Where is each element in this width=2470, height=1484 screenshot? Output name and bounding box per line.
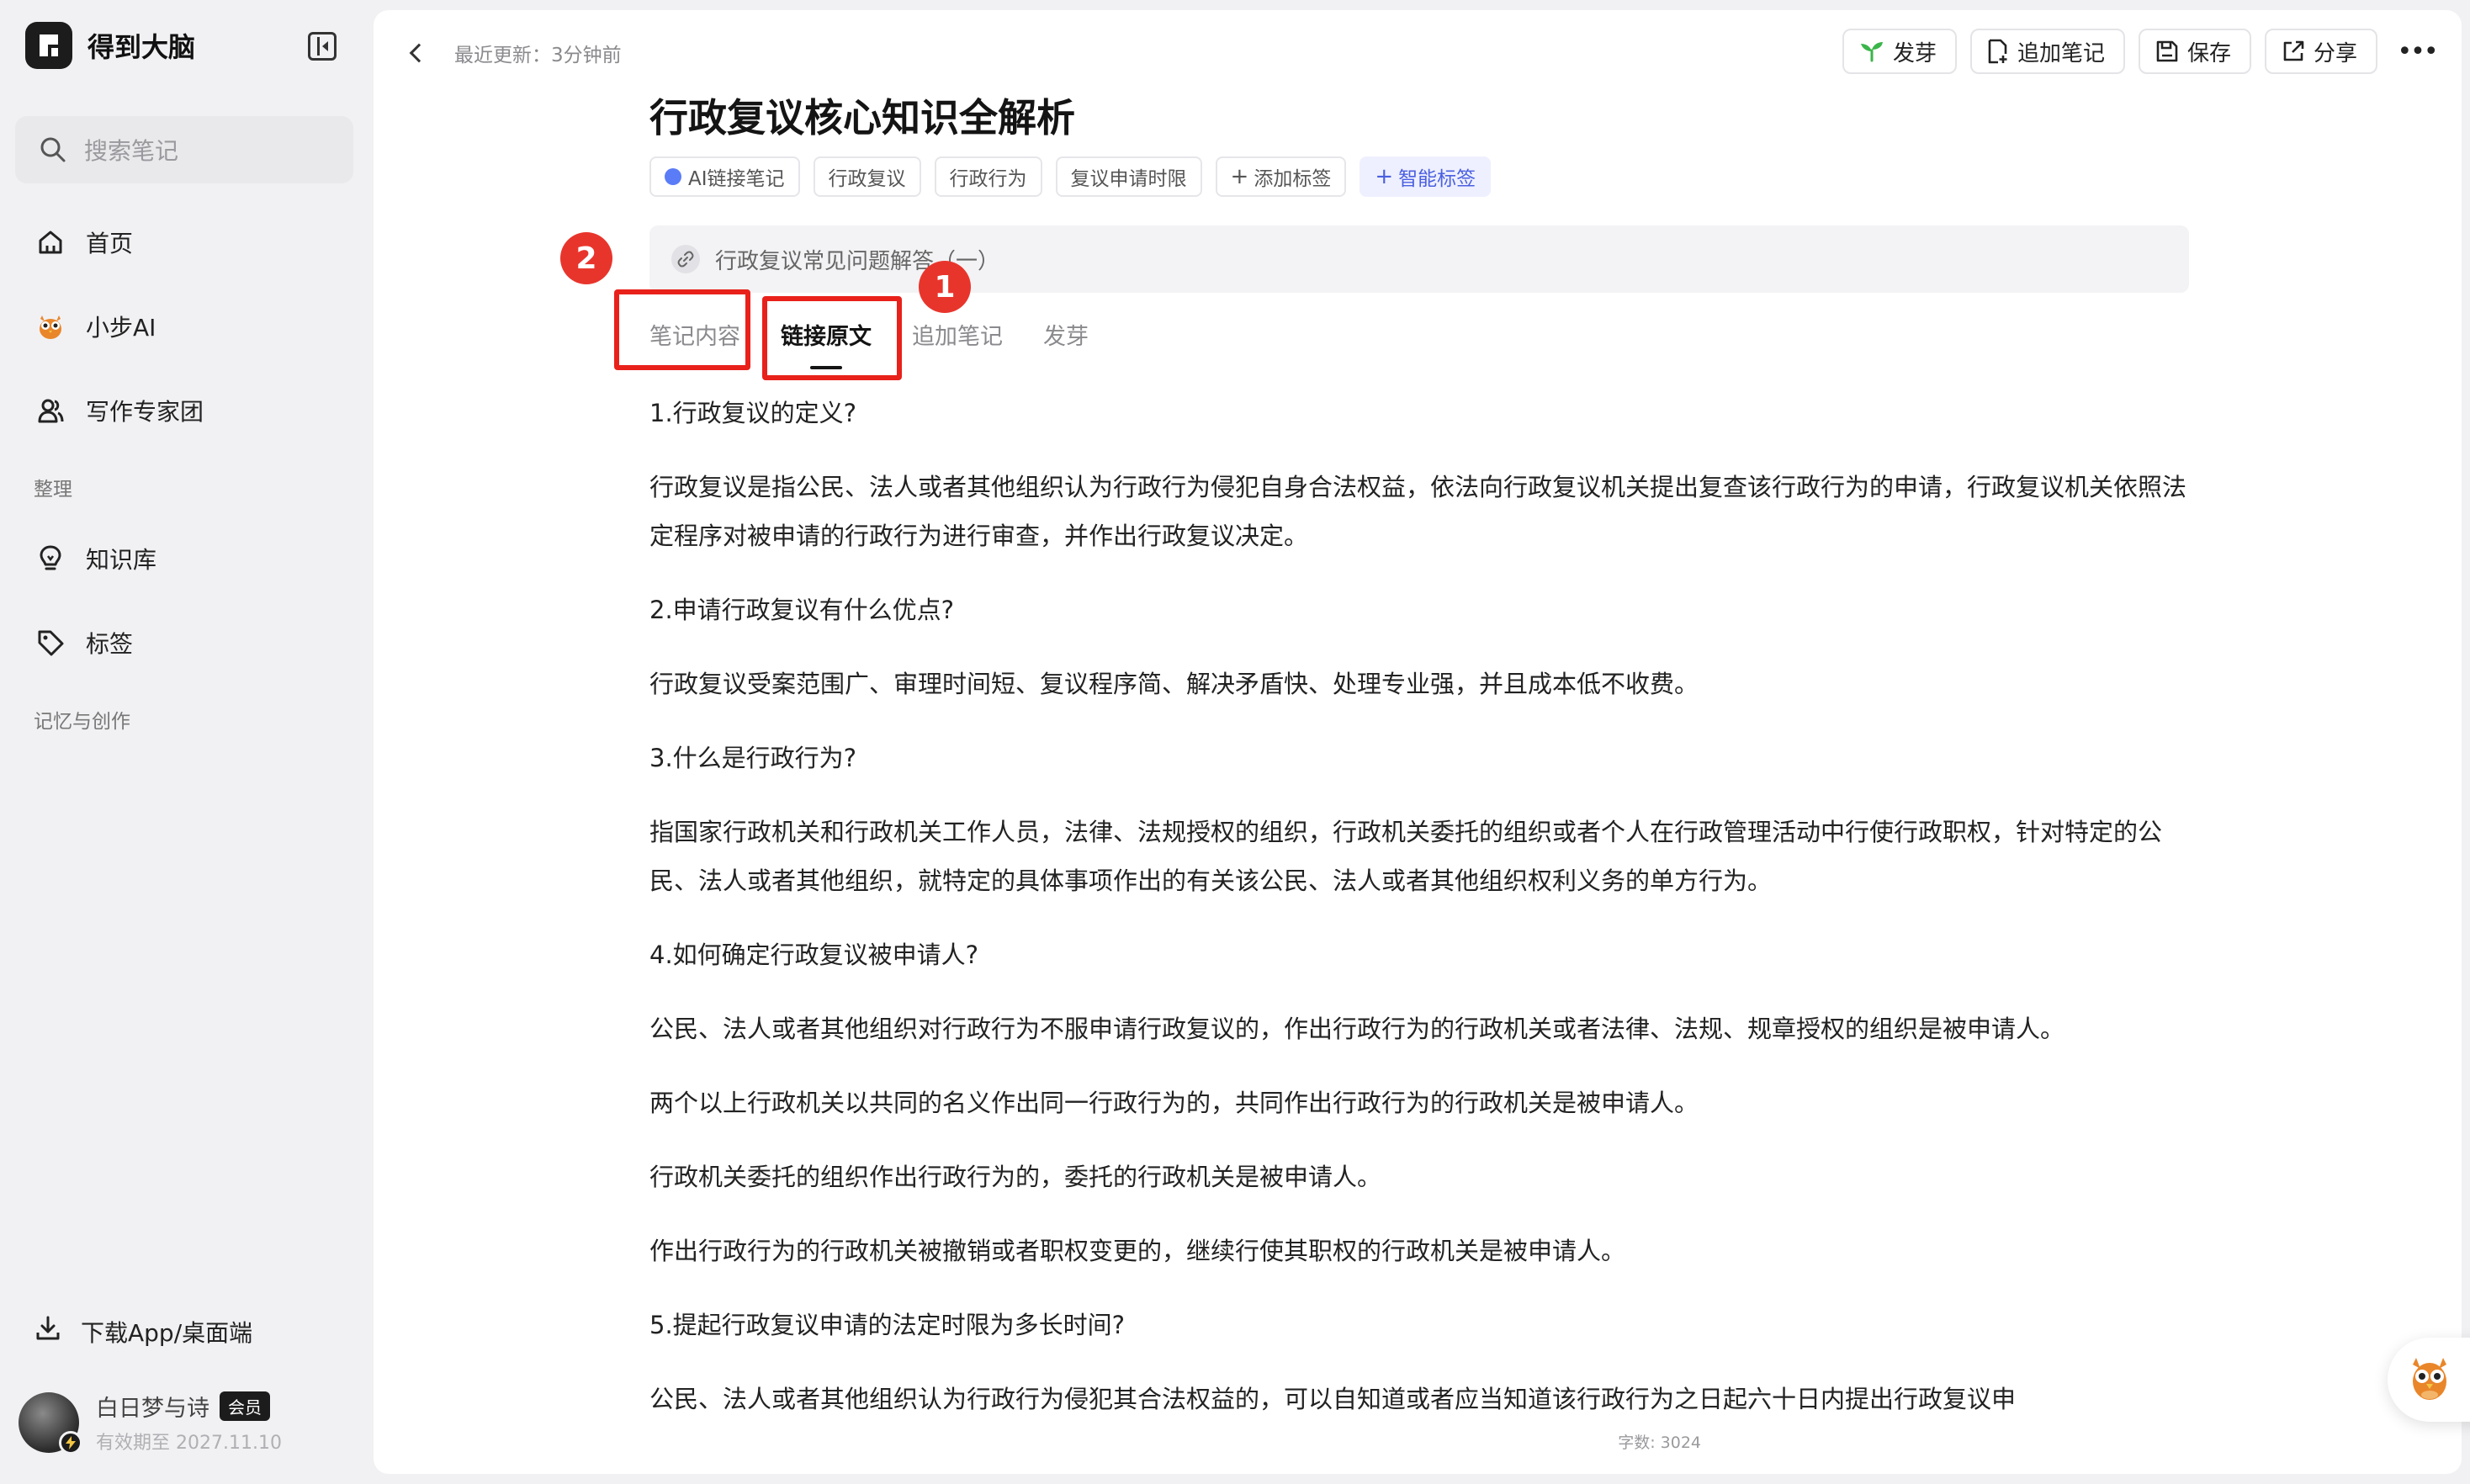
owl-mascot-icon: [2406, 1353, 2453, 1407]
user-name: 白日梦与诗: [96, 1396, 209, 1422]
tag-label: AI链接笔记: [688, 168, 785, 190]
search-placeholder: 搜索笔记: [84, 137, 179, 165]
search-icon: [40, 137, 66, 162]
add-tag-button[interactable]: + 添加标签: [1215, 156, 1347, 197]
home-icon: [34, 225, 67, 259]
content-paragraph: 指国家行政机关和行政机关工作人员，法律、法规授权的组织，行政机关委托的组织或者个…: [649, 818, 2163, 895]
tag-item[interactable]: 行政复议: [813, 156, 921, 197]
content-heading: 3.什么是行政行为?: [649, 744, 857, 772]
plus-icon: +: [1230, 164, 1249, 189]
tag-ai-link-note[interactable]: AI链接笔记: [649, 156, 800, 197]
content-heading: 2.申请行政复议有什么优点?: [649, 596, 955, 624]
tag-list: AI链接笔记 行政复议 行政行为 复议申请时限 + 添加标签 + 智能标签: [649, 156, 1504, 197]
share-button[interactable]: 分享: [2264, 29, 2377, 74]
owl-mascot-icon: [34, 310, 67, 343]
annotation-number-2: 2: [560, 232, 612, 284]
content-paragraph: 公民、法人或者其他组织对行政行为不服申请行政复议的，作出行政行为的行政机关或者法…: [649, 1015, 2065, 1043]
vip-lightning-icon: [59, 1430, 82, 1455]
note-title[interactable]: 行政复议核心知识全解析: [649, 87, 1075, 143]
sidebar: 得到大脑 搜索笔记 首页 小步AI 写作专家团 整理 知识库 标签 记忆与创作 …: [0, 0, 374, 1484]
sprout-button[interactable]: 发芽: [1842, 29, 1957, 74]
content-heading: 4.如何确定行政复议被申请人?: [649, 941, 979, 969]
ai-link-icon: [665, 168, 681, 185]
sidebar-item-label: 首页: [86, 230, 134, 257]
content-paragraph: 两个以上行政机关以共同的名义作出同一行政行为的，共同作出行政行为的行政机关是被申…: [649, 1089, 1699, 1117]
tag-label: 复议申请时限: [1070, 168, 1187, 190]
annotation-number-1: 1: [919, 261, 971, 313]
app-name: 得到大脑: [87, 31, 196, 63]
plus-icon: +: [1375, 164, 1394, 189]
sidebar-item-home[interactable]: 首页: [34, 222, 133, 262]
sidebar-item-label: 标签: [86, 630, 134, 658]
sidebar-item-label: 知识库: [86, 546, 157, 574]
linked-original-content: 1.行政复议的定义? 行政复议是指公民、法人或者其他组织认为行政行为侵犯自身合法…: [649, 389, 2197, 1449]
file-add-icon: [1987, 39, 2009, 64]
user-profile[interactable]: 白日梦与诗 会员 有效期至 2027.11.10: [19, 1390, 282, 1455]
content-paragraph: 行政机关委托的组织作出行政行为的，委托的行政机关是被申请人。: [649, 1163, 1382, 1191]
share-icon: [2282, 40, 2305, 63]
sprout-label: 发芽: [1892, 40, 1937, 66]
smart-tag-label: 智能标签: [1398, 168, 1476, 190]
tag-label: 行政行为: [949, 168, 1027, 190]
content-heading: 1.行政复议的定义?: [649, 399, 857, 427]
save-icon: [2155, 40, 2179, 63]
lightbulb-icon: [34, 542, 67, 575]
download-app-link[interactable]: 下载App/桌面端: [34, 1314, 252, 1349]
section-label-memory-creation: 记忆与创作: [34, 711, 130, 733]
tag-label: 行政复议: [828, 168, 906, 190]
download-label: 下载App/桌面端: [81, 1318, 253, 1347]
app-logo-icon: [25, 22, 72, 69]
annotation-box-note-content: [614, 289, 750, 370]
tag-item[interactable]: 行政行为: [934, 156, 1042, 197]
search-input[interactable]: 搜索笔记: [15, 116, 353, 183]
append-note-button[interactable]: 追加笔记: [1969, 29, 2125, 74]
append-note-label: 追加笔记: [2017, 40, 2105, 66]
linked-source-bar[interactable]: 行政复议常见问题解答（一）: [649, 225, 2189, 293]
tab-sprout[interactable]: 发芽: [1043, 318, 1089, 359]
download-icon: [34, 1314, 62, 1349]
link-icon: [671, 245, 700, 273]
brand[interactable]: 得到大脑: [25, 22, 195, 69]
add-tag-label: 添加标签: [1254, 168, 1332, 190]
member-badge: 会员: [220, 1391, 270, 1421]
annotation-box-linked-original: [762, 296, 902, 380]
smart-tag-button[interactable]: + 智能标签: [1360, 156, 1492, 197]
content-paragraph: 公民、法人或者其他组织认为行政行为侵犯其合法权益的，可以自知道或者应当知道该行政…: [649, 1385, 2017, 1413]
user-group-icon: [34, 394, 67, 427]
content-paragraph: 行政复议是指公民、法人或者其他组织认为行政行为侵犯自身合法权益，依法向行政复议机…: [649, 473, 2187, 550]
save-button[interactable]: 保存: [2138, 29, 2251, 74]
note-editor: 最近更新：3分钟前 发芽 追加笔记 保存 分享 ••• 行政复议核心知识全解析 …: [374, 10, 2462, 1474]
content-paragraph: 行政复议受案范围广、审理时间短、复议程序简、解决矛盾快、处理专业强，并且成本低不…: [649, 670, 1699, 698]
content-paragraph: 作出行政行为的行政机关被撤销或者职权变更的，继续行使其职权的行政机关是被申请人。: [649, 1237, 1626, 1265]
floating-assistant-button[interactable]: [2388, 1338, 2470, 1422]
sidebar-item-label: 写作专家团: [86, 398, 204, 426]
section-label-organize: 整理: [34, 479, 72, 501]
avatar[interactable]: [19, 1391, 82, 1455]
tag-item[interactable]: 复议申请时限: [1055, 156, 1202, 197]
last-updated: 最近更新：3分钟前: [454, 45, 622, 66]
tag-icon: [34, 626, 67, 660]
share-label: 分享: [2313, 40, 2357, 66]
content-heading: 5.提起行政复议申请的法定时限为多长时间?: [649, 1311, 1126, 1339]
more-options-icon[interactable]: •••: [2394, 29, 2440, 74]
sprout-icon: [1859, 40, 1884, 62]
sidebar-item-knowledge-base[interactable]: 知识库: [34, 538, 156, 579]
word-count: 字数: 3024: [1618, 1434, 1701, 1452]
sidebar-item-xiaobu-ai[interactable]: 小步AI: [34, 306, 156, 347]
sidebar-item-label: 小步AI: [86, 314, 156, 342]
membership-expiry: 有效期至 2027.11.10: [96, 1433, 282, 1454]
sidebar-item-writing-experts[interactable]: 写作专家团: [34, 390, 204, 431]
back-icon[interactable]: [405, 42, 426, 62]
collapse-sidebar-icon[interactable]: [308, 32, 337, 61]
sidebar-item-tags[interactable]: 标签: [34, 623, 133, 663]
tab-append-note[interactable]: 追加笔记: [912, 318, 1003, 359]
toolbar: 发芽 追加笔记 保存 分享 •••: [1829, 29, 2462, 74]
save-label: 保存: [2186, 40, 2231, 66]
